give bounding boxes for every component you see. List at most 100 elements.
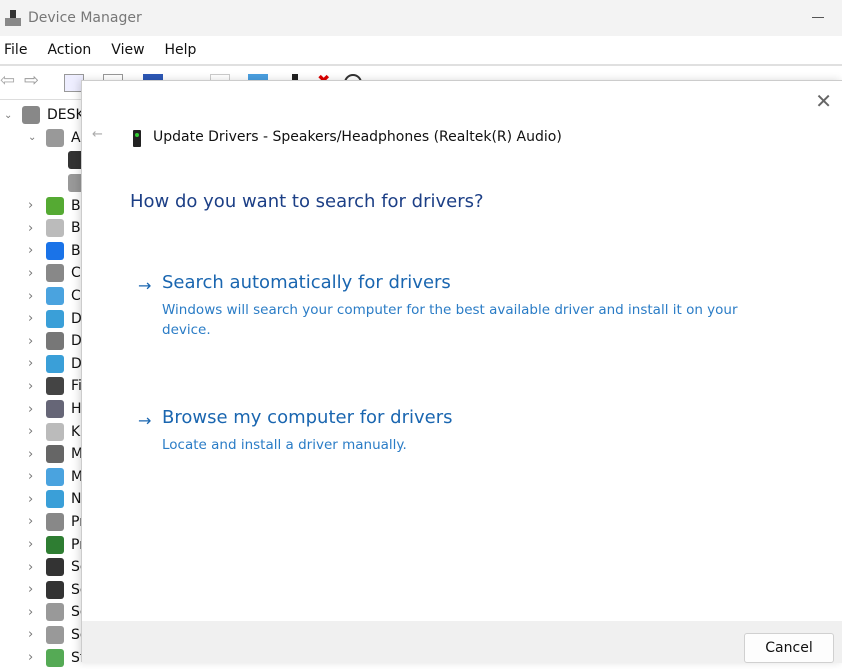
chevron-right-icon[interactable]: › [28,447,33,462]
tree-item-label: B [71,243,81,259]
chevron-right-icon[interactable]: › [28,627,33,642]
chevron-right-icon[interactable]: › [28,356,33,371]
tree-root-label: DESK [47,107,85,123]
tree-item[interactable]: ›B [0,194,82,217]
menu-view[interactable]: View [111,42,144,58]
speaker-device-icon [133,130,141,147]
tree-item[interactable]: ›Pr [0,533,82,556]
storage-controller-icon [46,649,64,667]
device-manager-icon [4,9,22,27]
title-bar: Device Manager [0,0,842,36]
processor-icon [46,536,64,554]
tree-item[interactable]: ›D [0,330,82,353]
tree-item[interactable]: ›Sc [0,624,82,647]
tree-item[interactable]: ⌄A [0,127,82,150]
chevron-right-icon[interactable]: › [28,289,33,304]
chevron-right-icon[interactable]: › [28,605,33,620]
chevron-down-icon[interactable]: ⌄ [28,132,36,143]
tree-item[interactable]: ›Fi [0,375,82,398]
menu-bar: File Action View Help [0,36,842,66]
tree-item[interactable] [0,172,82,195]
minimize-button[interactable] [812,17,824,18]
chevron-right-icon[interactable]: › [28,582,33,597]
device-tree: ⌄ DESK ⌄A›B›B›B›C›C›D›D›D›Fi›H›K›M›M›N›P… [0,104,82,669]
tree-item[interactable]: ›D [0,353,82,376]
window-title: Device Manager [28,10,142,26]
sound-icon [46,626,64,644]
tree-item[interactable] [0,149,82,172]
tree-item-label: A [71,130,81,146]
tree-item-label: C [71,288,81,304]
tree-item[interactable]: ›C [0,285,82,308]
option-description: Windows will search your computer for th… [162,300,742,340]
menu-help[interactable]: Help [165,42,197,58]
tree-item[interactable]: ›K [0,420,82,443]
chevron-right-icon[interactable]: › [28,650,33,665]
tree-item-label: H [71,401,82,417]
tree-item[interactable]: ›Sc [0,578,82,601]
tree-item[interactable]: ›C [0,262,82,285]
tree-item-label: C [71,265,81,281]
battery-icon [46,197,64,215]
hid-icon [46,400,64,418]
tree-item[interactable]: ›M [0,443,82,466]
back-icon[interactable]: ⇦ [0,70,20,88]
chevron-right-icon[interactable]: › [28,514,33,529]
printer-icon [46,513,64,531]
computer-icon [22,106,40,124]
chevron-right-icon[interactable]: › [28,198,33,213]
dialog-footer: Cancel [82,621,842,663]
option-title[interactable]: Browse my computer for drivers [162,407,453,428]
back-button[interactable]: ← [92,127,103,142]
chevron-right-icon[interactable]: › [28,492,33,507]
chevron-right-icon[interactable]: › [28,379,33,394]
chevron-right-icon[interactable]: › [28,469,33,484]
chevron-right-icon[interactable]: › [28,560,33,575]
keyboard-icon [46,423,64,441]
menu-file[interactable]: File [4,42,27,58]
menu-action[interactable]: Action [47,42,91,58]
dialog-heading: How do you want to search for drivers? [130,191,484,212]
fingerprint-icon [46,219,64,237]
tree-item-label: K [71,424,80,440]
chevron-right-icon[interactable]: › [28,424,33,439]
chevron-right-icon[interactable]: › [28,311,33,326]
display-adapter-icon [46,355,64,373]
option-title[interactable]: Search automatically for drivers [162,272,451,293]
tree-item[interactable]: ›H [0,398,82,421]
arrow-right-icon: → [138,411,151,430]
tree-item[interactable]: ›M [0,466,82,489]
tree-item-label: B [71,220,81,236]
tree-item[interactable]: ›D [0,307,82,330]
software-device-icon [46,603,64,621]
tree-root[interactable]: ⌄ DESK [0,104,82,127]
network-adapter-icon [46,490,64,508]
chevron-right-icon[interactable]: › [28,243,33,258]
tree-item[interactable]: ›Sc [0,601,82,624]
tree-item-label: B [71,198,81,214]
software-component-icon [46,581,64,599]
tree-item[interactable]: ›Pr [0,511,82,534]
option-description: Locate and install a driver manually. [162,435,742,455]
tree-item[interactable]: ›N [0,488,82,511]
tree-item[interactable]: ›Sc [0,556,82,579]
tree-item[interactable]: ›B [0,217,82,240]
tree-item[interactable]: ›B [0,240,82,263]
chevron-right-icon[interactable]: › [28,221,33,236]
speaker-icon [46,129,64,147]
disk-drive-icon [46,332,64,350]
mouse-icon [46,445,64,463]
cancel-button[interactable]: Cancel [744,633,834,663]
bluetooth-icon [46,242,64,260]
chevron-right-icon[interactable]: › [28,266,33,281]
tree-item-label: N [71,491,81,507]
chevron-down-icon[interactable]: ⌄ [4,110,12,121]
tree-item[interactable]: ›St [0,646,82,669]
chevron-right-icon[interactable]: › [28,334,33,349]
chevron-right-icon[interactable]: › [28,402,33,417]
chevron-right-icon[interactable]: › [28,537,33,552]
camera-icon [46,264,64,282]
close-button[interactable]: ✕ [815,89,832,113]
forward-icon[interactable]: ⇨ [24,70,44,88]
computer-icon [46,287,64,305]
